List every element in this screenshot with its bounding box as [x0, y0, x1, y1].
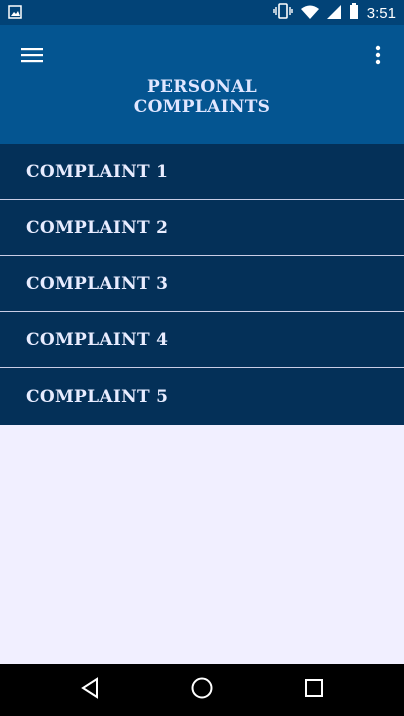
page-title: PERSONAL COMPLAINTS — [0, 77, 404, 117]
back-icon — [80, 677, 100, 703]
signal-icon — [326, 4, 341, 23]
home-button[interactable] — [188, 676, 216, 704]
complaint-label: COMPLAINT 2 — [26, 217, 169, 238]
complaint-item-1[interactable]: COMPLAINT 1 — [0, 144, 404, 200]
app-bar: PERSONAL COMPLAINTS — [0, 25, 404, 167]
complaint-item-2[interactable]: COMPLAINT 2 — [0, 200, 404, 256]
menu-button[interactable] — [14, 43, 50, 71]
recents-icon — [304, 678, 324, 702]
more-vert-icon — [375, 45, 381, 69]
complaint-label: COMPLAINT 1 — [26, 161, 169, 182]
page-title-line2: COMPLAINTS — [133, 97, 271, 117]
recents-button[interactable] — [300, 676, 328, 704]
complaint-label: COMPLAINT 5 — [26, 386, 169, 407]
status-time: 3:51 — [366, 4, 396, 22]
image-icon — [8, 4, 22, 23]
battery-icon — [349, 3, 359, 23]
page-title-line1: PERSONAL — [146, 77, 258, 97]
back-button[interactable] — [76, 676, 104, 704]
navigation-bar — [0, 664, 404, 716]
complaint-label: COMPLAINT 4 — [26, 329, 169, 350]
vibrate-icon — [273, 3, 293, 23]
hamburger-menu-icon — [21, 47, 43, 67]
home-icon — [190, 676, 214, 704]
wifi-icon — [300, 4, 319, 23]
more-options-button[interactable] — [366, 43, 390, 71]
complaint-label: COMPLAINT 3 — [26, 273, 169, 294]
complaint-item-4[interactable]: COMPLAINT 4 — [0, 312, 404, 368]
complaint-item-3[interactable]: COMPLAINT 3 — [0, 256, 404, 312]
status-icons: 3:51 — [273, 2, 396, 24]
complaint-list: COMPLAINT 1 COMPLAINT 2 COMPLAINT 3 COMP… — [0, 144, 404, 425]
status-bar: 3:51 — [0, 0, 404, 25]
complaint-item-5[interactable]: COMPLAINT 5 — [0, 368, 404, 425]
